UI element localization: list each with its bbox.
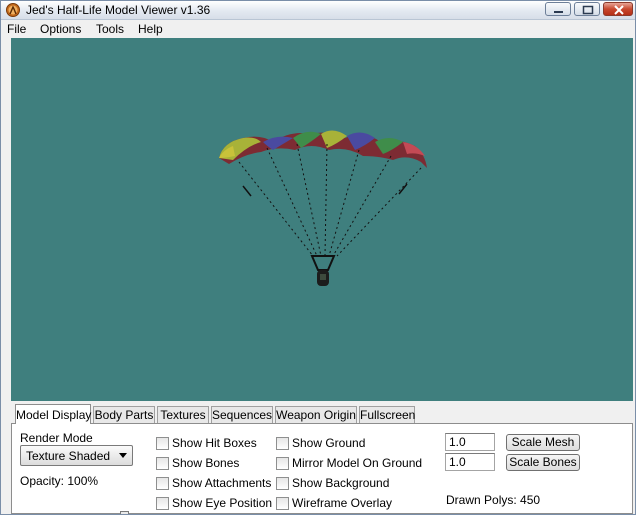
app-window: Jed's Half-Life Model Viewer v1.36 File … (0, 0, 636, 515)
show-attachments-label: Show Attachments (172, 476, 272, 490)
show-hit-boxes-label: Show Hit Boxes (172, 436, 257, 450)
scale-bones-button[interactable]: Scale Bones (506, 454, 580, 471)
show-eye-position-checkbox[interactable] (156, 497, 169, 510)
model-viewport[interactable] (11, 38, 633, 401)
menu-bar: File Options Tools Help (1, 20, 635, 38)
drawn-polys-readout: Drawn Polys: 450 (446, 493, 541, 507)
menu-tools[interactable]: Tools (96, 22, 124, 36)
model-display-tab-content: Render Mode Texture Shaded Opacity: 100%… (11, 423, 633, 514)
maximize-button[interactable] (574, 2, 600, 16)
paraglider-model (219, 130, 427, 286)
show-ground-checkbox[interactable] (276, 437, 289, 450)
close-button[interactable] (603, 2, 633, 16)
render-mode-dropdown[interactable]: Texture Shaded (20, 445, 133, 466)
app-icon[interactable] (6, 3, 20, 17)
opacity-slider-thumb[interactable] (120, 511, 129, 515)
show-background-label: Show Background (292, 476, 390, 490)
minimize-icon (554, 11, 563, 13)
tab-model-display[interactable]: Model Display (15, 404, 91, 424)
maximize-icon (582, 5, 594, 15)
tab-body-parts[interactable]: Body Parts (93, 406, 155, 423)
show-ground-label: Show Ground (292, 436, 366, 450)
window-title: Jed's Half-Life Model Viewer v1.36 (26, 3, 211, 17)
show-bones-checkbox[interactable] (156, 457, 169, 470)
chevron-down-icon (119, 453, 127, 458)
scale-mesh-input[interactable] (445, 433, 495, 451)
tab-fullscreen[interactable]: Fullscreen (359, 406, 415, 423)
tab-weapon-origin[interactable]: Weapon Origin (275, 406, 357, 423)
menu-help[interactable]: Help (138, 22, 163, 36)
minimize-button[interactable] (545, 2, 571, 16)
tab-strip: Model Display Body Parts Textures Sequen… (11, 402, 633, 424)
opacity-label: Opacity: 100% (20, 474, 99, 488)
scale-bones-input[interactable] (445, 453, 495, 471)
tab-textures[interactable]: Textures (157, 406, 209, 423)
menu-options[interactable]: Options (40, 22, 81, 36)
show-eye-position-label: Show Eye Position (172, 496, 273, 510)
render-mode-value: Texture Shaded (26, 449, 111, 463)
render-mode-label: Render Mode (20, 431, 93, 445)
mirror-model-on-ground-checkbox[interactable] (276, 457, 289, 470)
show-background-checkbox[interactable] (276, 477, 289, 490)
menu-file[interactable]: File (7, 22, 26, 36)
show-bones-label: Show Bones (172, 456, 240, 470)
wireframe-overlay-checkbox[interactable] (276, 497, 289, 510)
tab-sequences[interactable]: Sequences (211, 406, 273, 423)
close-icon (614, 5, 624, 15)
scale-mesh-button[interactable]: Scale Mesh (506, 434, 580, 451)
control-panel: Model Display Body Parts Textures Sequen… (11, 402, 633, 514)
title-bar[interactable]: Jed's Half-Life Model Viewer v1.36 (1, 1, 635, 20)
show-hit-boxes-checkbox[interactable] (156, 437, 169, 450)
wireframe-overlay-label: Wireframe Overlay (292, 496, 393, 510)
show-attachments-checkbox[interactable] (156, 477, 169, 490)
mirror-model-on-ground-label: Mirror Model On Ground (292, 456, 423, 470)
